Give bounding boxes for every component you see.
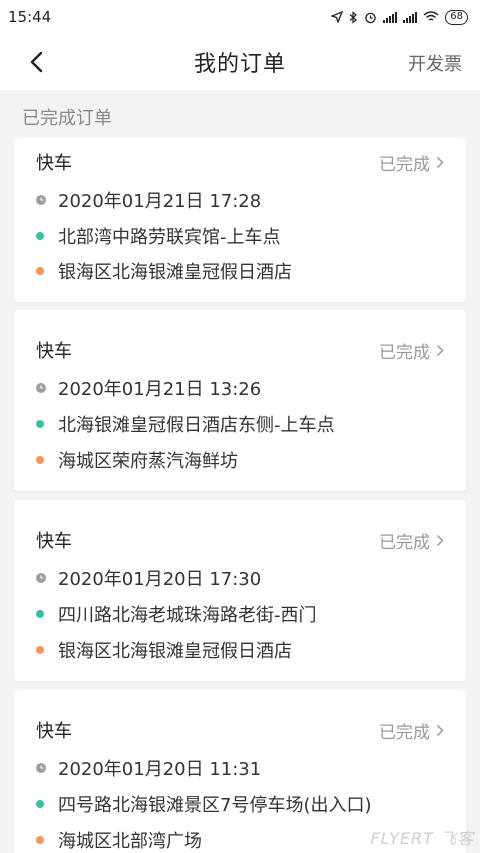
order-card[interactable]: 快车 已完成 2020年01月21日 17:28 北部湾中路劳联宾馆-上车点 银… — [14, 138, 466, 302]
order-status-label: 已完成 — [379, 342, 430, 363]
bluetooth-icon — [349, 10, 358, 24]
order-status-label: 已完成 — [379, 722, 430, 743]
order-time: 2020年01月21日 13:26 — [58, 379, 262, 400]
order-status: 已完成 — [379, 338, 444, 363]
chevron-left-icon — [30, 51, 43, 73]
chevron-right-icon — [436, 724, 444, 736]
back-button[interactable] — [22, 48, 50, 76]
order-status: 已完成 — [379, 528, 444, 553]
order-destination: 银海区北海银滩皇冠假日酒店 — [58, 262, 292, 283]
origin-dot-icon — [36, 232, 44, 240]
status-bar: 15:44 68 — [0, 0, 480, 34]
alarm-icon — [365, 12, 377, 23]
clock-icon — [36, 195, 46, 205]
watermark: FLYERT 飞客 — [370, 829, 474, 848]
order-type: 快车 — [36, 153, 72, 174]
order-status: 已完成 — [379, 150, 444, 175]
order-time: 2020年01月20日 17:30 — [58, 569, 262, 590]
order-origin: 四川路北海老城珠海路老街-西门 — [58, 605, 317, 626]
origin-dot-icon — [36, 800, 44, 808]
status-time: 15:44 — [8, 8, 52, 26]
order-destination: 海城区北部湾广场 — [58, 831, 202, 852]
chevron-right-icon — [436, 534, 444, 546]
order-destination: 海城区荣府蒸汽海鲜坊 — [58, 451, 238, 472]
destination-dot-icon — [36, 267, 44, 275]
origin-dot-icon — [36, 420, 44, 428]
destination-dot-icon — [36, 646, 44, 654]
clock-icon — [36, 383, 46, 393]
order-type: 快车 — [36, 721, 72, 742]
order-status-label: 已完成 — [379, 154, 430, 175]
order-type: 快车 — [36, 531, 72, 552]
signal-icon — [383, 11, 398, 23]
order-status: 已完成 — [379, 718, 444, 743]
wifi-icon — [423, 11, 439, 21]
battery-icon: 68 — [445, 9, 468, 25]
order-origin: 北部湾中路劳联宾馆-上车点 — [58, 227, 281, 248]
page-title: 我的订单 — [193, 52, 286, 77]
order-card[interactable]: 快车 已完成 2020年01月20日 17:30 四川路北海老城珠海路老街-西门… — [14, 500, 466, 681]
clock-icon — [36, 573, 46, 583]
signal-icon-2 — [403, 11, 418, 23]
order-time: 2020年01月21日 17:28 — [58, 191, 262, 212]
order-origin: 四号路北海银滩景区7号停车场(出入口) — [58, 795, 372, 816]
location-icon — [331, 11, 344, 23]
chevron-right-icon — [436, 156, 444, 168]
section-label: 已完成订单 — [22, 108, 112, 129]
order-type: 快车 — [36, 341, 72, 362]
destination-dot-icon — [36, 456, 44, 464]
order-origin: 北海银滩皇冠假日酒店东侧-上车点 — [58, 415, 335, 436]
origin-dot-icon — [36, 610, 44, 618]
destination-dot-icon — [36, 836, 44, 844]
order-card[interactable]: 快车 已完成 2020年01月21日 13:26 北海银滩皇冠假日酒店东侧-上车… — [14, 310, 466, 491]
order-status-label: 已完成 — [379, 532, 430, 553]
invoice-button[interactable]: 开发票 — [408, 50, 462, 76]
status-icons: 68 — [331, 9, 468, 25]
chevron-right-icon — [436, 344, 444, 356]
clock-icon — [36, 763, 46, 773]
order-destination: 银海区北海银滩皇冠假日酒店 — [58, 641, 292, 662]
order-time: 2020年01月20日 11:31 — [58, 759, 262, 780]
nav-bar: 我的订单 开发票 — [0, 34, 480, 90]
